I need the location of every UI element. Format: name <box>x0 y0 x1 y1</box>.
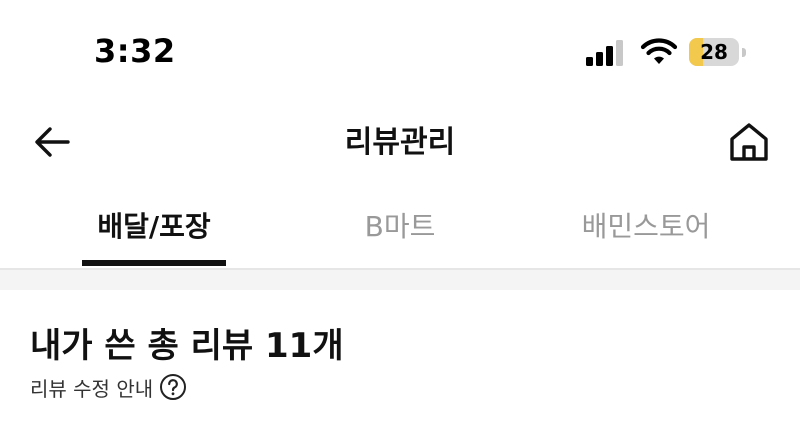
active-tab-indicator <box>82 260 226 266</box>
status-bar: 3:32 28 <box>0 0 800 100</box>
battery-icon: 28 <box>689 38 746 66</box>
back-arrow-icon[interactable] <box>32 124 72 160</box>
wifi-icon <box>640 38 678 64</box>
nav-bar: 리뷰관리 <box>0 110 800 176</box>
question-circle-icon[interactable] <box>159 373 187 401</box>
tab-bmart[interactable]: B마트 <box>330 196 470 268</box>
status-time: 3:32 <box>94 32 176 70</box>
cellular-signal-icon <box>586 40 623 66</box>
review-tabs: 배달/포장 B마트 배민스토어 <box>0 196 800 270</box>
review-total-count: 내가 쓴 총 리뷰 11개 <box>30 326 344 366</box>
review-edit-guide-button[interactable]: 리뷰 수정 안내 <box>30 372 187 402</box>
battery-body: 28 <box>689 38 739 66</box>
review-edit-guide-label: 리뷰 수정 안내 <box>30 376 154 401</box>
home-icon[interactable] <box>728 122 770 162</box>
page-title: 리뷰관리 <box>344 125 456 160</box>
tab-delivery-pickup[interactable]: 배달/포장 <box>82 196 226 268</box>
review-management-screen: 3:32 28 리뷰관리 배달/포장 B마트 배민스토어 내가 쓴 총 리뷰 1… <box>0 0 800 426</box>
battery-cap <box>742 48 746 57</box>
tab-baemin-store[interactable]: 배민스토어 <box>556 196 736 268</box>
battery-percentage: 28 <box>700 40 728 64</box>
section-divider <box>0 270 800 290</box>
